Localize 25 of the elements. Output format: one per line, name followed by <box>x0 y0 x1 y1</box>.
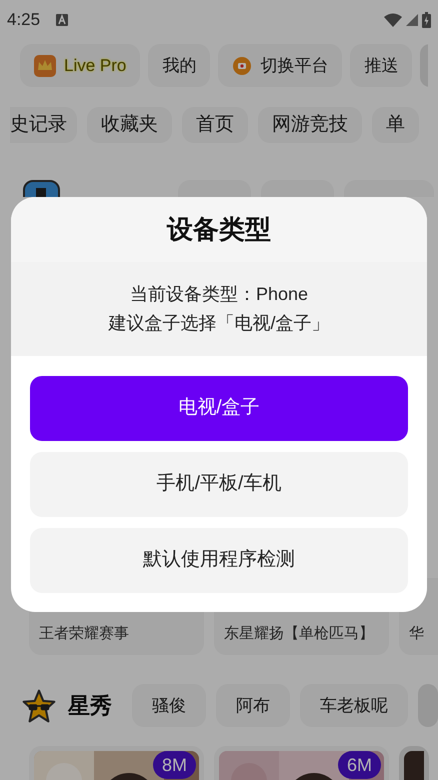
category-tab[interactable]: 首页 <box>182 107 248 143</box>
nav-chip[interactable]: 我的 <box>148 44 210 87</box>
option-button[interactable]: 手机/平板/车机 <box>30 452 408 517</box>
live-card[interactable]: 8M <box>29 746 204 780</box>
option-button[interactable]: 默认使用程序检测 <box>30 528 408 593</box>
dialog-message: 建议盒子选择「电视/盒子」 <box>108 312 330 335</box>
card-subtitle: 东星耀扬【单枪匹马】 <box>224 624 374 644</box>
status-time: 4:25 <box>7 9 40 32</box>
category-tab[interactable]: 史记录 <box>10 107 77 143</box>
card-subtitle: 华 <box>409 624 424 644</box>
option-button[interactable]: 电视/盒子 <box>30 376 408 441</box>
nav-chip[interactable]: 切换平台 <box>218 44 342 87</box>
card-subtitle: 王者荣耀赛事 <box>39 624 129 644</box>
dialog-title: 设备类型 <box>167 213 271 246</box>
nav-chip[interactable]: 推送 <box>350 44 412 87</box>
tag-chip[interactable]: 车老板呢 <box>300 684 408 727</box>
category-tab[interactable]: 收藏夹 <box>87 107 172 143</box>
tag-chip[interactable]: 阿布 <box>216 684 290 727</box>
section-title: 星秀 <box>68 692 112 720</box>
category-tab[interactable]: 网游竞技 <box>258 107 362 143</box>
nav-chip[interactable]: Live Pro <box>20 44 140 87</box>
tag-chip[interactable]: 骚俊 <box>132 684 206 727</box>
live-card[interactable]: 6M <box>214 746 389 780</box>
category-tab[interactable]: 单 <box>372 107 419 143</box>
dialog-message: 当前设备类型：Phone <box>130 283 308 306</box>
